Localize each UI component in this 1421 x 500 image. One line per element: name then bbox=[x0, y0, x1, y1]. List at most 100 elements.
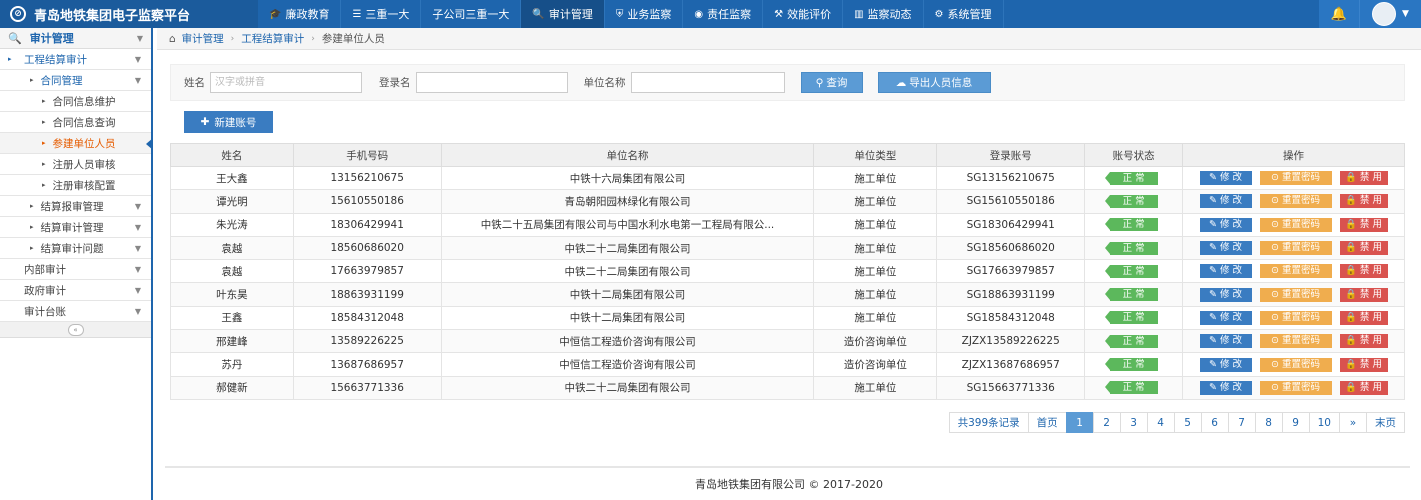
edit-button[interactable]: ✎ 修 改 bbox=[1199, 357, 1252, 372]
nav-item-4[interactable]: ⛨ 业务监察 bbox=[605, 0, 684, 28]
page-button[interactable]: 6 bbox=[1200, 412, 1229, 433]
page-button[interactable]: 2 bbox=[1092, 412, 1121, 433]
edit-button[interactable]: ✎ 修 改 bbox=[1199, 334, 1252, 349]
ban-button[interactable]: 🔒 禁 用 bbox=[1339, 171, 1388, 186]
ban-button[interactable]: 🔒 禁 用 bbox=[1339, 310, 1388, 325]
export-button-label: 导出人员信息 bbox=[909, 77, 973, 89]
brand[interactable]: ⊘ 青岛地铁集团电子监察平台 bbox=[0, 0, 258, 28]
reset-button[interactable]: ⊙ 重置密码 bbox=[1259, 357, 1332, 372]
page-button[interactable]: 5 bbox=[1173, 412, 1202, 433]
sidebar-item-11[interactable]: 政府审计 ▼ bbox=[0, 280, 151, 301]
unit-input[interactable] bbox=[630, 72, 785, 93]
reset-button[interactable]: ⊙ 重置密码 bbox=[1259, 217, 1332, 232]
breadcrumb-audit[interactable]: 审计管理 bbox=[182, 31, 224, 46]
caret-right-icon: ▸ bbox=[42, 118, 46, 126]
page-button[interactable]: 3 bbox=[1119, 412, 1148, 433]
reset-button[interactable]: ⊙ 重置密码 bbox=[1259, 380, 1332, 395]
name-input[interactable] bbox=[210, 72, 362, 93]
ban-button[interactable]: 🔒 禁 用 bbox=[1339, 287, 1388, 302]
ban-button[interactable]: 🔒 禁 用 bbox=[1339, 217, 1388, 232]
ban-label: 禁 用 bbox=[1359, 358, 1382, 370]
page-button[interactable]: 7 bbox=[1227, 412, 1256, 433]
reset-button[interactable]: ⊙ 重置密码 bbox=[1259, 334, 1332, 349]
ban-button[interactable]: 🔒 禁 用 bbox=[1339, 264, 1388, 279]
home-icon[interactable]: ⌂ bbox=[169, 33, 176, 45]
sidebar-item-3[interactable]: ▸ 合同信息查询 bbox=[0, 112, 151, 133]
avatar bbox=[1372, 2, 1397, 26]
reset-button[interactable]: ⊙ 重置密码 bbox=[1259, 171, 1332, 186]
edit-button[interactable]: ✎ 修 改 bbox=[1199, 241, 1252, 256]
reset-button[interactable]: ⊙ 重置密码 bbox=[1259, 264, 1332, 279]
edit-button[interactable]: ✎ 修 改 bbox=[1199, 310, 1252, 325]
lock-icon: 🔒 bbox=[1345, 265, 1360, 277]
edit-button[interactable]: ✎ 修 改 bbox=[1199, 287, 1252, 302]
nav-item-7[interactable]: ▥ 监察动态 bbox=[843, 0, 924, 28]
sidebar-item-9[interactable]: ▸ 结算审计问题 ▼ bbox=[0, 238, 151, 259]
sidebar-collapse-button[interactable]: « bbox=[0, 322, 151, 338]
query-button[interactable]: ⚲ 查询 bbox=[800, 72, 863, 93]
sidebar-item-8[interactable]: ▸ 结算审计管理 ▼ bbox=[0, 217, 151, 238]
first-page-button[interactable]: 首页 bbox=[1027, 412, 1067, 433]
sidebar-item-7[interactable]: ▸ 结算报审管理 ▼ bbox=[0, 196, 151, 217]
nav-item-2[interactable]: 子公司三重一大 bbox=[421, 0, 522, 28]
edit-button[interactable]: ✎ 修 改 bbox=[1199, 380, 1252, 395]
status-badge: 正 常 bbox=[1104, 241, 1158, 255]
page-button[interactable]: 4 bbox=[1146, 412, 1175, 433]
ban-button[interactable]: 🔒 禁 用 bbox=[1339, 194, 1388, 209]
sidebar-item-6[interactable]: ▸ 注册审核配置 bbox=[0, 175, 151, 196]
sidebar-header[interactable]: 🔍 审计管理 ▼ bbox=[0, 28, 151, 49]
reset-button[interactable]: ⊙ 重置密码 bbox=[1259, 241, 1332, 256]
new-account-button[interactable]: ✚ 新建账号 bbox=[184, 111, 273, 133]
reset-button[interactable]: ⊙ 重置密码 bbox=[1259, 194, 1332, 209]
table-cell: SG18584312048 bbox=[936, 305, 1086, 331]
user-menu[interactable]: ▼ bbox=[1359, 0, 1421, 28]
nav-item-8[interactable]: ⚙ 系统管理 bbox=[924, 0, 1004, 28]
breadcrumb: ⌂ 审计管理 › 工程结算审计 › 参建单位人员 bbox=[157, 28, 1421, 50]
nav-item-5[interactable]: ◉ 责任监察 bbox=[683, 0, 764, 28]
table-cell: 正 常 bbox=[1084, 375, 1184, 400]
login-input[interactable] bbox=[415, 72, 568, 93]
page-button[interactable]: 9 bbox=[1281, 412, 1310, 433]
sidebar-item-5[interactable]: ▸ 注册人员审核 bbox=[0, 154, 151, 175]
page-button[interactable]: 10 bbox=[1308, 412, 1340, 433]
ban-label: 禁 用 bbox=[1359, 265, 1382, 277]
ban-button[interactable]: 🔒 禁 用 bbox=[1339, 357, 1388, 372]
edit-button[interactable]: ✎ 修 改 bbox=[1199, 194, 1252, 209]
edit-icon: ✎ bbox=[1209, 311, 1220, 323]
edit-button[interactable]: ✎ 修 改 bbox=[1199, 264, 1252, 279]
nav-item-0[interactable]: 🎓 廉政教育 bbox=[258, 0, 342, 28]
sidebar-item-10[interactable]: 内部审计 ▼ bbox=[0, 259, 151, 280]
sidebar-item-12[interactable]: 审计台账 ▼ bbox=[0, 301, 151, 322]
bell-icon[interactable]: 🔔 bbox=[1319, 0, 1359, 28]
reset-button[interactable]: ⊙ 重置密码 bbox=[1259, 287, 1332, 302]
sidebar-item-1[interactable]: ▸ 合同管理 ▼ bbox=[0, 70, 151, 91]
table-row: 袁越 18560686020 中铁二十二局集团有限公司 施工单位 SG185606860… bbox=[170, 235, 1405, 261]
clock-icon: ⊙ bbox=[1271, 358, 1282, 370]
status-badge: 正 常 bbox=[1104, 264, 1158, 278]
edit-button[interactable]: ✎ 修 改 bbox=[1199, 171, 1252, 186]
page-button[interactable]: 1 bbox=[1065, 412, 1094, 433]
sidebar-item-2[interactable]: ▸ 合同信息维护 bbox=[0, 91, 151, 112]
table-cell: SG17663979857 bbox=[936, 259, 1086, 284]
chevron-down-icon: ▼ bbox=[134, 222, 141, 232]
next-page-button[interactable]: » bbox=[1339, 412, 1367, 433]
page-button[interactable]: 8 bbox=[1254, 412, 1283, 433]
nav-item-6[interactable]: ⚒ 效能评价 bbox=[763, 0, 844, 28]
nav-item-3[interactable]: 🔍 审计管理 bbox=[521, 0, 605, 28]
reset-button[interactable]: ⊙ 重置密码 bbox=[1259, 310, 1332, 325]
ban-button[interactable]: 🔒 禁 用 bbox=[1339, 241, 1388, 256]
nav-item-label: 三重一大 bbox=[365, 8, 410, 21]
ban-button[interactable]: 🔒 禁 用 bbox=[1339, 380, 1388, 395]
edit-button[interactable]: ✎ 修 改 bbox=[1199, 217, 1252, 232]
last-page-button[interactable]: 末页 bbox=[1366, 412, 1405, 433]
row-actions: ✎ 修 改 ⊙ 重置密码 🔒 禁 用 bbox=[1184, 194, 1404, 209]
row-actions: ✎ 修 改 ⊙ 重置密码 🔒 禁 用 bbox=[1184, 334, 1404, 349]
breadcrumb-settlement[interactable]: 工程结算审计 bbox=[241, 31, 304, 46]
sidebar-item-4[interactable]: ▸ 参建单位人员 bbox=[0, 133, 153, 154]
nav-item-label: 审计管理 bbox=[548, 8, 593, 21]
nav-item-1[interactable]: ☰ 三重一大 bbox=[341, 0, 422, 28]
export-button[interactable]: ☁ 导出人员信息 bbox=[877, 72, 991, 93]
ban-button[interactable]: 🔒 禁 用 bbox=[1339, 334, 1388, 349]
nav-item-label: 廉政教育 bbox=[285, 8, 330, 21]
sidebar-item-0[interactable]: ▸ 工程结算审计 ▼ bbox=[0, 49, 151, 70]
